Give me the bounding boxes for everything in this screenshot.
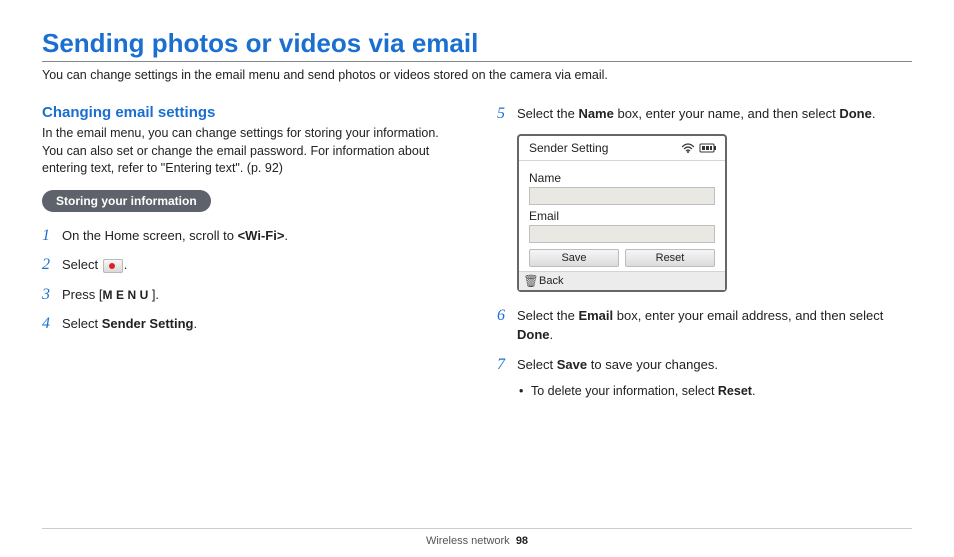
step-text: Select . xyxy=(62,255,127,275)
t: <Wi-Fi> xyxy=(238,228,285,243)
t: Done xyxy=(517,327,550,342)
email-label: Email xyxy=(529,209,715,223)
content-columns: Changing email settings In the email men… xyxy=(42,104,912,398)
email-input[interactable] xyxy=(529,225,715,243)
step-number: 7 xyxy=(497,356,517,374)
name-input[interactable] xyxy=(529,187,715,205)
footer-divider xyxy=(42,528,912,529)
t: . xyxy=(124,257,128,272)
t: . xyxy=(752,384,755,398)
t: Reset xyxy=(718,384,752,398)
steps-right: 5 Select the Name box, enter your name, … xyxy=(497,104,912,124)
step-text: Select the Email box, enter your email a… xyxy=(517,306,912,345)
email-icon xyxy=(103,259,123,273)
menu-icon: MENU xyxy=(102,288,151,302)
step-number: 3 xyxy=(42,286,62,304)
t: Name xyxy=(578,106,613,121)
device-status-icons xyxy=(681,143,717,153)
bullet-dot: • xyxy=(519,384,531,398)
sub-text: To delete your information, select Reset… xyxy=(531,384,755,398)
step-number: 4 xyxy=(42,315,62,333)
step-7: 7 Select Save to save your changes. xyxy=(497,355,912,375)
step-1: 1 On the Home screen, scroll to <Wi-Fi>. xyxy=(42,226,457,246)
page-title: Sending photos or videos via email xyxy=(42,28,912,59)
device-header: Sender Setting xyxy=(519,136,725,161)
t: Done xyxy=(839,106,872,121)
step-2: 2 Select . xyxy=(42,255,457,275)
name-label: Name xyxy=(529,171,715,185)
footer-page-number: 98 xyxy=(516,535,528,547)
step-7-sub: • To delete your information, select Res… xyxy=(519,384,912,398)
title-divider xyxy=(42,61,912,62)
t: . xyxy=(194,316,198,331)
step-text: Select the Name box, enter your name, an… xyxy=(517,104,875,124)
t: ]. xyxy=(152,287,159,302)
wifi-icon xyxy=(681,143,695,153)
device-screenshot: Sender Setting Name Email Save Rese xyxy=(517,134,727,292)
device-footer: 🗑 Back xyxy=(519,271,725,290)
step-5: 5 Select the Name box, enter your name, … xyxy=(497,104,912,124)
section-title: Changing email settings xyxy=(42,104,457,121)
t: Select xyxy=(62,257,102,272)
step-number: 2 xyxy=(42,256,62,274)
t: Select the xyxy=(517,106,578,121)
step-text: Press [MENU]. xyxy=(62,285,159,305)
step-number: 6 xyxy=(497,307,517,325)
trash-icon[interactable]: 🗑 xyxy=(523,274,539,288)
steps-left: 1 On the Home screen, scroll to <Wi-Fi>.… xyxy=(42,226,457,334)
footer-section: Wireless network xyxy=(426,535,510,547)
battery-icon xyxy=(699,143,717,153)
steps-right-cont: 6 Select the Email box, enter your email… xyxy=(497,306,912,375)
left-column: Changing email settings In the email men… xyxy=(42,104,457,398)
t: Select xyxy=(517,357,557,372)
section-intro: In the email menu, you can change settin… xyxy=(42,125,457,178)
button-row: Save Reset xyxy=(529,249,715,267)
t: . xyxy=(284,228,288,243)
t: Select the xyxy=(517,308,578,323)
t: to save your changes. xyxy=(587,357,718,372)
reset-button[interactable]: Reset xyxy=(625,249,715,267)
back-button[interactable]: Back xyxy=(539,275,563,287)
step-number: 1 xyxy=(42,227,62,245)
t: . xyxy=(872,106,876,121)
t: Email xyxy=(578,308,613,323)
step-text: Select Sender Setting. xyxy=(62,314,197,334)
device-title: Sender Setting xyxy=(529,141,608,155)
t: . xyxy=(550,327,554,342)
t: Sender Setting xyxy=(102,316,194,331)
t: Save xyxy=(557,357,587,372)
t: Select xyxy=(62,316,102,331)
t: On the Home screen, scroll to xyxy=(62,228,238,243)
page-intro: You can change settings in the email men… xyxy=(42,68,912,82)
device-body: Name Email Save Reset xyxy=(519,161,725,271)
save-button[interactable]: Save xyxy=(529,249,619,267)
step-number: 5 xyxy=(497,105,517,123)
page-footer: Wireless network 98 xyxy=(0,535,954,547)
t: To delete your information, select xyxy=(531,384,718,398)
step-3: 3 Press [MENU]. xyxy=(42,285,457,305)
t: box, enter your email address, and then … xyxy=(613,308,883,323)
t: Press [ xyxy=(62,287,102,302)
step-text: Select Save to save your changes. xyxy=(517,355,718,375)
info-pill: Storing your information xyxy=(42,190,211,212)
t: box, enter your name, and then select xyxy=(614,106,839,121)
step-6: 6 Select the Email box, enter your email… xyxy=(497,306,912,345)
step-4: 4 Select Sender Setting. xyxy=(42,314,457,334)
right-column: 5 Select the Name box, enter your name, … xyxy=(497,104,912,398)
step-text: On the Home screen, scroll to <Wi-Fi>. xyxy=(62,226,288,246)
